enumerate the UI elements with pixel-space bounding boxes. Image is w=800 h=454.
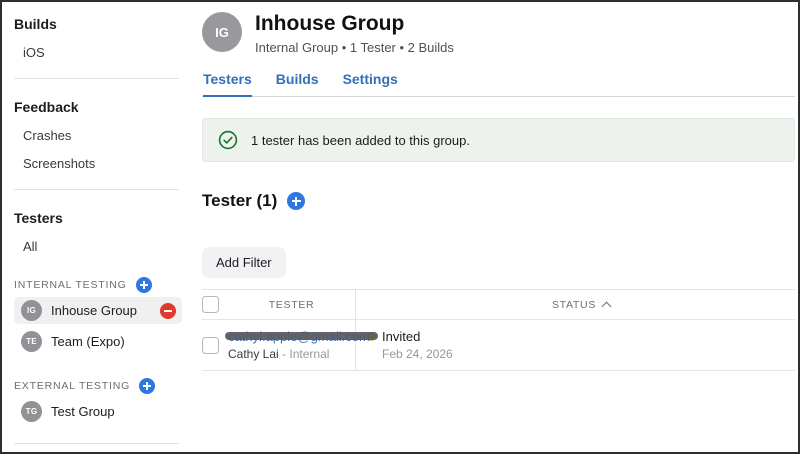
- tester-name-line: Cathy Lai - Internal: [228, 347, 355, 361]
- external-testing-label: EXTERNAL TESTING: [14, 378, 182, 394]
- tab-settings[interactable]: Settings: [343, 71, 398, 97]
- main-content: IG Inhouse Group Internal Group • 1 Test…: [194, 2, 798, 452]
- tab-bar: Testers Builds Settings: [202, 71, 795, 97]
- sidebar-heading-builds: Builds: [14, 16, 182, 32]
- sidebar-heading-testers: Testers: [14, 210, 182, 226]
- sidebar-item-crashes[interactable]: Crashes: [14, 128, 182, 143]
- row-checkbox[interactable]: [202, 337, 219, 354]
- status-text: Invited: [382, 329, 420, 344]
- tester-email-redacted[interactable]: cathyl.apple@gmail.com: [228, 329, 370, 344]
- sidebar-heading-feedback: Feedback: [14, 99, 182, 115]
- sidebar-divider: [14, 443, 179, 444]
- tab-testers[interactable]: Testers: [203, 71, 252, 97]
- column-header-status[interactable]: STATUS: [552, 299, 596, 311]
- group-name: Test Group: [51, 404, 176, 419]
- add-external-group-icon[interactable]: [139, 378, 155, 394]
- group-avatar: IG: [21, 300, 42, 321]
- group-avatar: TG: [21, 401, 42, 422]
- sidebar-group-inhouse-group[interactable]: IG Inhouse Group: [14, 297, 182, 324]
- tester-name-separator: -: [282, 347, 286, 361]
- success-banner: 1 tester has been added to this group.: [202, 118, 795, 162]
- page-header: IG Inhouse Group Internal Group • 1 Test…: [202, 12, 795, 55]
- testers-table: TESTER STATUS cathyl.apple@gmail.com Cat…: [202, 289, 795, 371]
- sidebar-item-ios[interactable]: iOS: [14, 45, 182, 60]
- page-subtitle: Internal Group • 1 Tester • 2 Builds: [255, 40, 454, 55]
- success-banner-text: 1 tester has been added to this group.: [251, 133, 470, 148]
- tester-name: Cathy Lai: [228, 347, 279, 361]
- tester-membership: Internal: [289, 347, 329, 361]
- sidebar-divider: [14, 189, 179, 190]
- tab-builds[interactable]: Builds: [276, 71, 319, 97]
- group-name: Inhouse Group: [51, 303, 151, 318]
- sidebar-group-team-expo[interactable]: TE Team (Expo): [14, 328, 182, 355]
- internal-testing-label-text: INTERNAL TESTING: [14, 279, 127, 291]
- sort-ascending-icon: [602, 302, 612, 312]
- page-title: Inhouse Group: [255, 12, 454, 35]
- select-all-checkbox[interactable]: [202, 296, 219, 313]
- table-row: cathyl.apple@gmail.com Cathy Lai - Inter…: [202, 320, 795, 371]
- tester-count-heading: Tester (1): [202, 191, 277, 211]
- tester-section-heading-row: Tester (1): [202, 191, 795, 211]
- sidebar: Builds iOS Feedback Crashes Screenshots …: [2, 2, 194, 452]
- group-avatar-large: IG: [202, 12, 242, 52]
- sidebar-group-test-group[interactable]: TG Test Group: [14, 398, 182, 425]
- column-header-tester[interactable]: TESTER: [269, 299, 315, 311]
- add-filter-button[interactable]: Add Filter: [202, 247, 286, 278]
- group-name: Team (Expo): [51, 334, 176, 349]
- sidebar-item-all-testers[interactable]: All: [14, 239, 182, 254]
- add-internal-group-icon[interactable]: [136, 277, 152, 293]
- table-header-row: TESTER STATUS: [202, 289, 795, 320]
- external-testing-label-text: EXTERNAL TESTING: [14, 380, 130, 392]
- status-date: Feb 24, 2026: [382, 347, 795, 361]
- app-window: Builds iOS Feedback Crashes Screenshots …: [0, 0, 800, 454]
- sidebar-divider: [14, 78, 179, 79]
- group-avatar: TE: [21, 331, 42, 352]
- remove-group-icon[interactable]: [160, 303, 176, 319]
- add-tester-icon[interactable]: [287, 192, 305, 210]
- internal-testing-label: INTERNAL TESTING: [14, 277, 182, 293]
- success-check-icon: [218, 130, 238, 150]
- sidebar-item-screenshots[interactable]: Screenshots: [14, 156, 182, 171]
- status-line: Invited: [367, 329, 795, 344]
